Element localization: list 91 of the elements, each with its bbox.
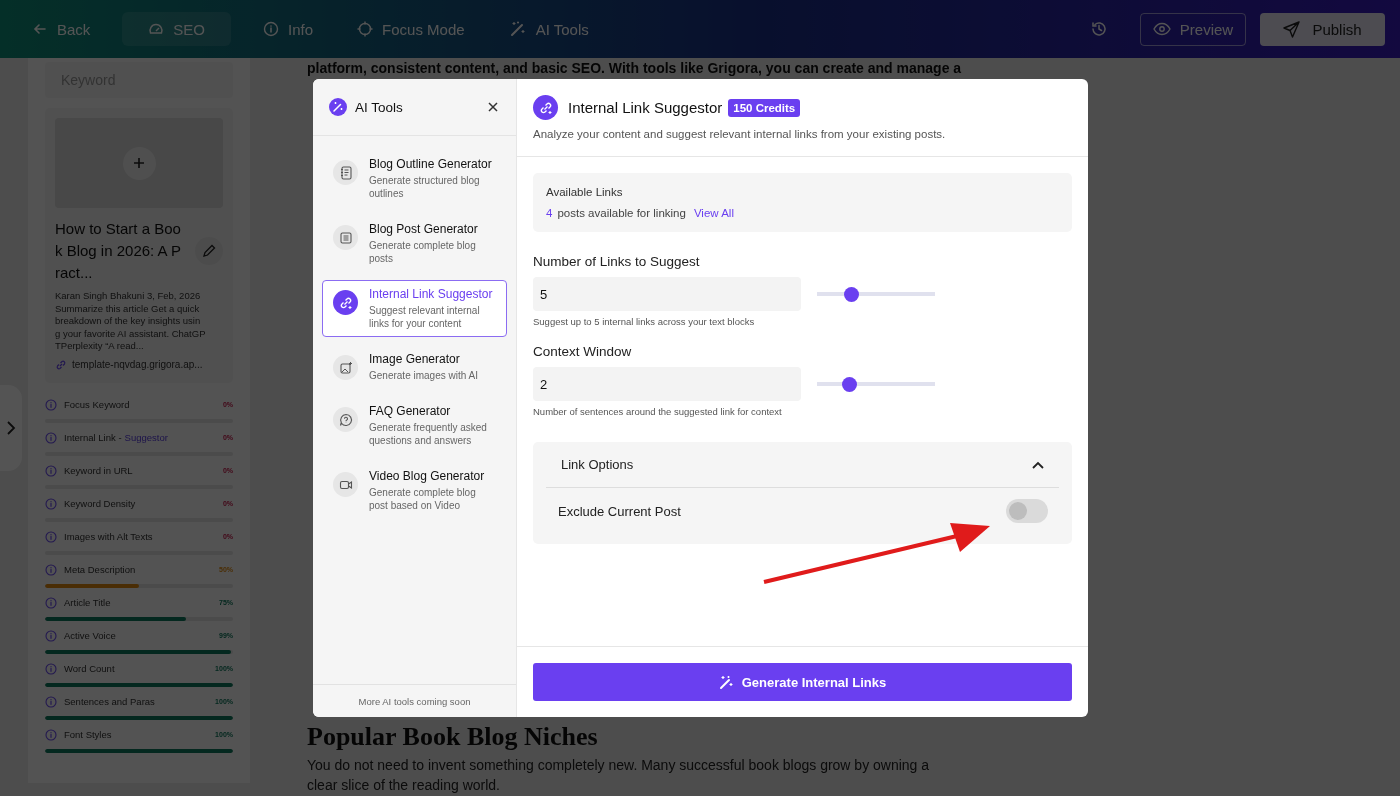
generate-button[interactable]: Generate Internal Links (533, 663, 1072, 701)
slider-thumb[interactable] (844, 286, 860, 302)
tool-name: Internal Link Suggestor (369, 287, 494, 301)
document-icon (338, 230, 353, 245)
credits-badge: 150 Credits (728, 98, 801, 117)
info-icon[interactable] (45, 629, 57, 642)
tool-description: Generate complete blog post based on Video (369, 486, 477, 512)
tool-title: Internal Link Suggestor (568, 99, 723, 116)
field-hint: Suggest up to 5 internal links across your text blocks (533, 316, 756, 327)
info-icon[interactable] (45, 728, 57, 741)
toggle-switch[interactable] (1006, 499, 1048, 523)
magic-wand-icon (508, 20, 527, 38)
pencil-icon (202, 244, 216, 258)
view-all-link[interactable]: View All (693, 207, 734, 219)
info-icon[interactable] (45, 398, 57, 411)
tool-item[interactable]: Internal Link Suggestor Suggest relevant internal links for your content (322, 280, 507, 337)
info-icon[interactable] (45, 464, 57, 477)
tool-name: Video Blog Generator (369, 469, 486, 483)
tool-description: Generate images with AI (369, 369, 478, 382)
check-label: Focus Keyword (64, 399, 130, 410)
number-field[interactable]: 5 (533, 277, 801, 311)
history-icon[interactable] (1090, 20, 1108, 38)
tool-description: Generate frequently asked questions and answers (369, 421, 488, 447)
question-bubble-icon (338, 412, 353, 427)
field-label: Number of Links to Suggest (533, 254, 701, 269)
info-icon[interactable] (45, 662, 57, 675)
article-heading: Popular Book Blog Niches (307, 722, 599, 752)
article-text: platform, consistent content, and basic SEO. With tools like Grigora, you can create and manage a (307, 59, 962, 77)
tool-name: FAQ Generator (369, 404, 452, 418)
tool-name: Blog Post Generator (369, 222, 479, 236)
chevron-up-icon (1032, 460, 1044, 469)
gauge-icon (148, 21, 165, 37)
tool-description: Analyze your content and suggest relevant internal links from your existing posts. (533, 128, 947, 140)
info-icon (263, 21, 280, 37)
check-label: Keyword Density (64, 498, 136, 509)
link-icon (55, 358, 67, 371)
info-icon[interactable] (45, 695, 57, 708)
check-label: Article Title (64, 597, 111, 608)
notebook-icon (338, 165, 353, 180)
add-image-button[interactable] (122, 146, 156, 180)
card-title: Available Links (546, 186, 624, 198)
check-label: Internal Link - (64, 432, 122, 443)
tool-name: Blog Outline Generator (369, 157, 493, 171)
info-icon[interactable] (45, 431, 57, 444)
info-icon[interactable] (45, 530, 57, 543)
crosshair-icon (357, 21, 374, 37)
dialog-title: AI Tools (355, 99, 403, 115)
chevron-right-icon (6, 420, 16, 436)
check-label: Active Voice (64, 630, 116, 641)
check-label: Images with Alt Texts (64, 531, 153, 542)
check-label: Word Count (64, 663, 115, 674)
check-label: Meta Description (64, 564, 136, 575)
slider-thumb[interactable] (842, 376, 858, 392)
info-icon[interactable] (45, 563, 57, 576)
check-label: Keyword in URL (64, 465, 133, 476)
eye-icon (1152, 22, 1171, 36)
paper-plane-icon (1283, 20, 1301, 38)
tool-item[interactable]: Blog Outline Generator Generate structured blog outlines (322, 150, 507, 207)
link-options-header[interactable]: Link Options (546, 442, 1059, 488)
article-paragraph: You do not need to invent something completely new. Many successful book blogs grow by owning a clear slice of the reading world. (307, 756, 931, 795)
post-title: How to Start a Boo k Blog in 2026: A Pract... (55, 219, 182, 283)
info-icon[interactable] (45, 497, 57, 510)
toggle-label: Exclude Current Post (558, 503, 681, 519)
expand-tab[interactable] (0, 385, 22, 471)
check-label: Font Styles (64, 729, 112, 740)
tool-description: Suggest relevant internal links for your content (369, 304, 481, 330)
field-label: Context Window (533, 344, 633, 359)
number-field[interactable]: 2 (533, 367, 801, 401)
close-icon (488, 102, 498, 112)
tool-name: Image Generator (369, 352, 461, 366)
available-text: posts available for linking (557, 207, 686, 219)
tool-item[interactable]: Image Generator Generate images with AI (322, 345, 507, 389)
magic-wand-icon (329, 98, 347, 116)
check-label: Sentences and Paras (64, 696, 155, 707)
magic-wand-icon (718, 674, 734, 690)
post-count: 4 (546, 207, 553, 219)
tool-item[interactable]: FAQ Generator Generate frequently asked questions and answers (322, 397, 507, 454)
coming-soon-note: More AI tools coming soon (313, 684, 516, 717)
info-icon[interactable] (45, 596, 57, 609)
tool-item[interactable]: Video Blog Generator Generate complete blog post based on Video (322, 462, 507, 519)
link-icon (338, 295, 353, 310)
close-button[interactable] (486, 100, 500, 114)
tool-description: Generate complete blog posts (369, 239, 477, 265)
tool-item[interactable]: Blog Post Generator Generate complete blog posts (322, 215, 507, 272)
image-sparkle-icon (338, 360, 353, 375)
edit-button[interactable] (195, 237, 223, 265)
tool-description: Generate structured blog outlines (369, 174, 481, 200)
plus-icon (133, 157, 145, 169)
link-icon (533, 95, 558, 120)
field-hint: Number of sentences around the suggested link for context (533, 406, 783, 417)
back-arrow-icon (32, 21, 48, 37)
